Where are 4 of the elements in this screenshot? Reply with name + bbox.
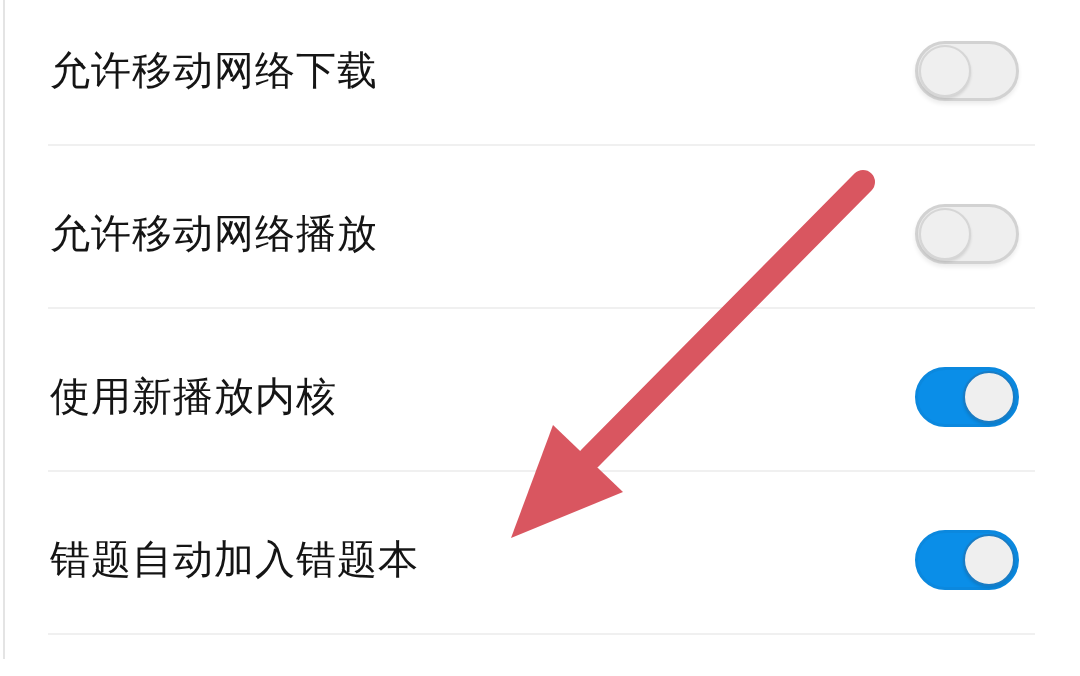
setting-label: 允许移动网络下载	[50, 46, 378, 95]
setting-label: 允许移动网络播放	[50, 209, 378, 258]
setting-label: 错题自动加入错题本	[50, 535, 419, 584]
setting-label: 使用新播放内核	[50, 372, 337, 421]
